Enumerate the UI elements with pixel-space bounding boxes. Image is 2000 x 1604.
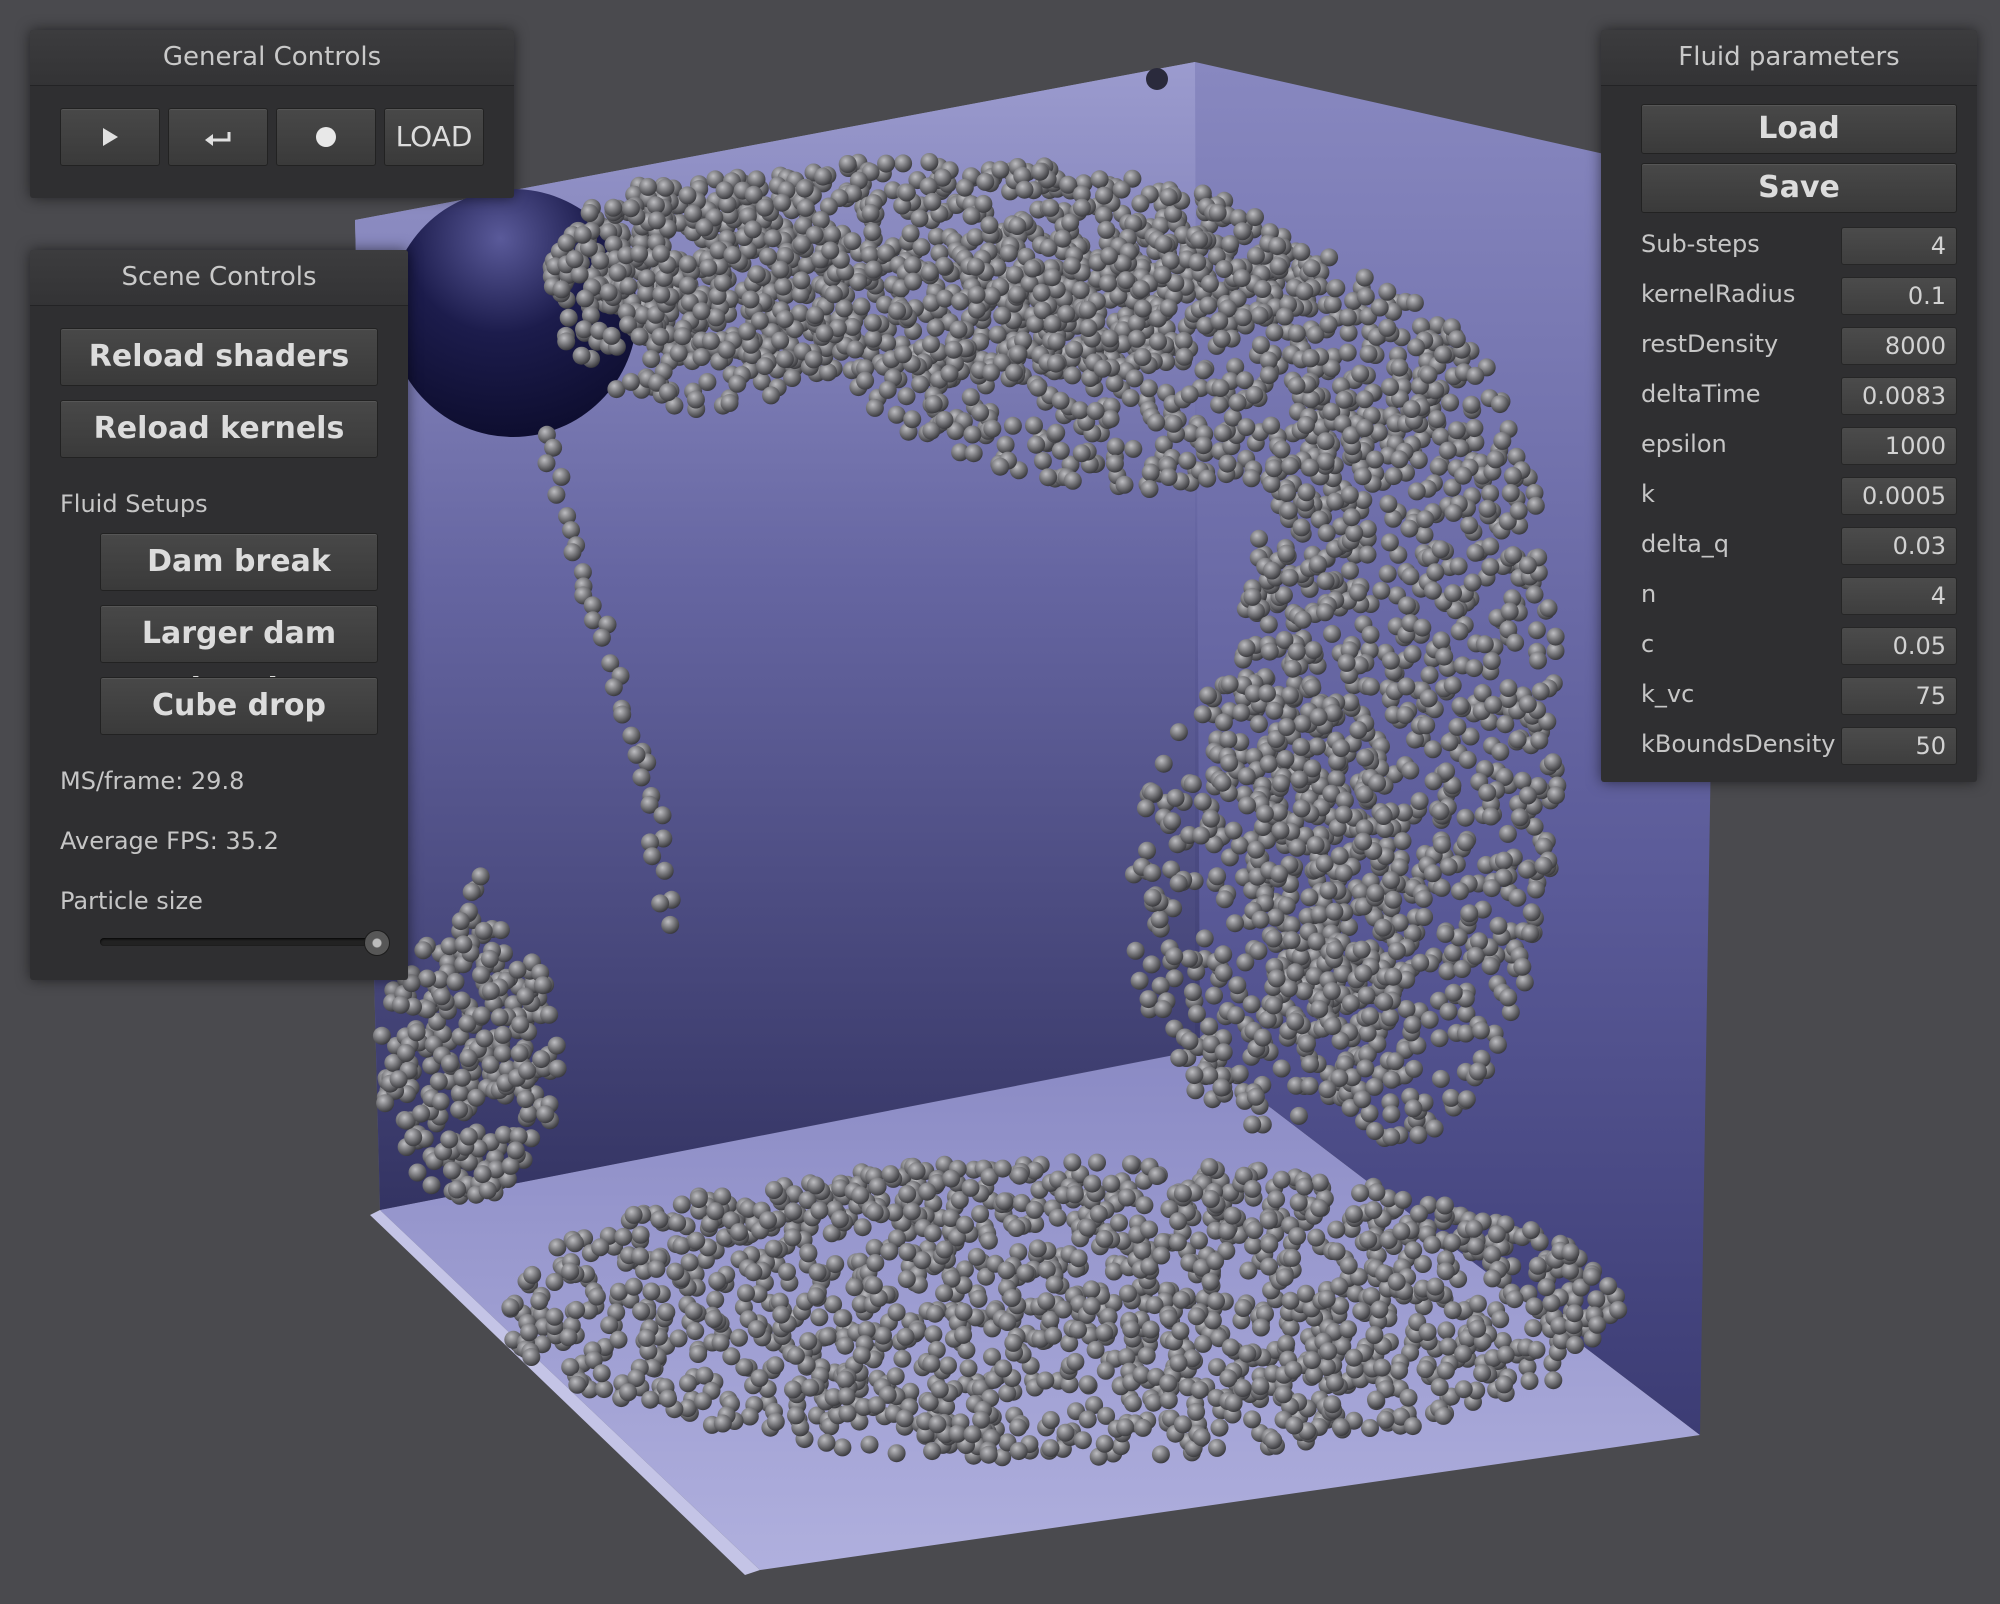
average-fps-readout: Average FPS: 35.2 xyxy=(60,827,279,855)
param-value-field[interactable]: 0.03 xyxy=(1841,527,1957,565)
ms-frame-readout: MS/frame: 29.8 xyxy=(60,767,245,795)
cube-drop-button[interactable]: Cube drop xyxy=(100,677,378,735)
larger-dam-break-button[interactable]: Larger dam break xyxy=(100,605,378,707)
reload-kernels-button[interactable]: Reload kernels xyxy=(60,400,378,458)
scene-controls-panel: Scene Controls Reload shaders Reload ker… xyxy=(30,250,408,980)
general-controls-panel: General Controls LOAD xyxy=(30,30,514,198)
param-label: epsilon xyxy=(1641,430,1727,458)
param-label: n xyxy=(1641,580,1657,608)
param-label: Sub-steps xyxy=(1641,230,1760,258)
fluid-parameters-title: Fluid parameters xyxy=(1601,30,1977,86)
param-label: k_vc xyxy=(1641,680,1695,708)
param-value-field[interactable]: 0.1 xyxy=(1841,277,1957,315)
record-dot-icon xyxy=(316,127,336,147)
scene-controls-title: Scene Controls xyxy=(30,250,408,306)
param-value-field[interactable]: 4 xyxy=(1841,227,1957,265)
param-label: k xyxy=(1641,480,1655,508)
fluid-setups-label: Fluid Setups xyxy=(60,490,208,518)
play-icon xyxy=(103,128,118,146)
param-value-field[interactable]: 0.0005 xyxy=(1841,477,1957,515)
param-label: delta_q xyxy=(1641,530,1730,558)
param-label: c xyxy=(1641,630,1655,658)
play-button[interactable] xyxy=(60,108,160,166)
load-state-button[interactable]: LOAD xyxy=(384,108,484,166)
param-label: kBoundsDensity xyxy=(1641,730,1836,758)
particle-size-slider[interactable] xyxy=(100,938,376,946)
fluid-parameters-panel: Fluid parameters Load Save Sub-steps 4 ker… xyxy=(1601,30,1977,782)
reset-button[interactable] xyxy=(168,108,268,166)
record-button[interactable] xyxy=(276,108,376,166)
small-collider-sphere xyxy=(1146,68,1168,90)
particle-size-slider-knob[interactable] xyxy=(364,930,390,956)
param-value-field[interactable]: 4 xyxy=(1841,577,1957,615)
dam-break-button[interactable]: Dam break xyxy=(100,533,378,591)
fluid-load-button[interactable]: Load xyxy=(1641,104,1957,154)
reload-shaders-button[interactable]: Reload shaders xyxy=(60,328,378,386)
param-value-field[interactable]: 0.0083 xyxy=(1841,377,1957,415)
param-label: deltaTime xyxy=(1641,380,1761,408)
param-value-field[interactable]: 1000 xyxy=(1841,427,1957,465)
param-label: kernelRadius xyxy=(1641,280,1796,308)
param-value-field[interactable]: 8000 xyxy=(1841,327,1957,365)
param-value-field[interactable]: 50 xyxy=(1841,727,1957,765)
param-value-field[interactable]: 75 xyxy=(1841,677,1957,715)
particle-size-label: Particle size xyxy=(60,887,203,915)
param-value-field[interactable]: 0.05 xyxy=(1841,627,1957,665)
param-label: restDensity xyxy=(1641,330,1779,358)
undo-arrow-icon xyxy=(205,132,231,146)
fluid-save-button[interactable]: Save xyxy=(1641,163,1957,213)
general-controls-title: General Controls xyxy=(30,30,514,86)
